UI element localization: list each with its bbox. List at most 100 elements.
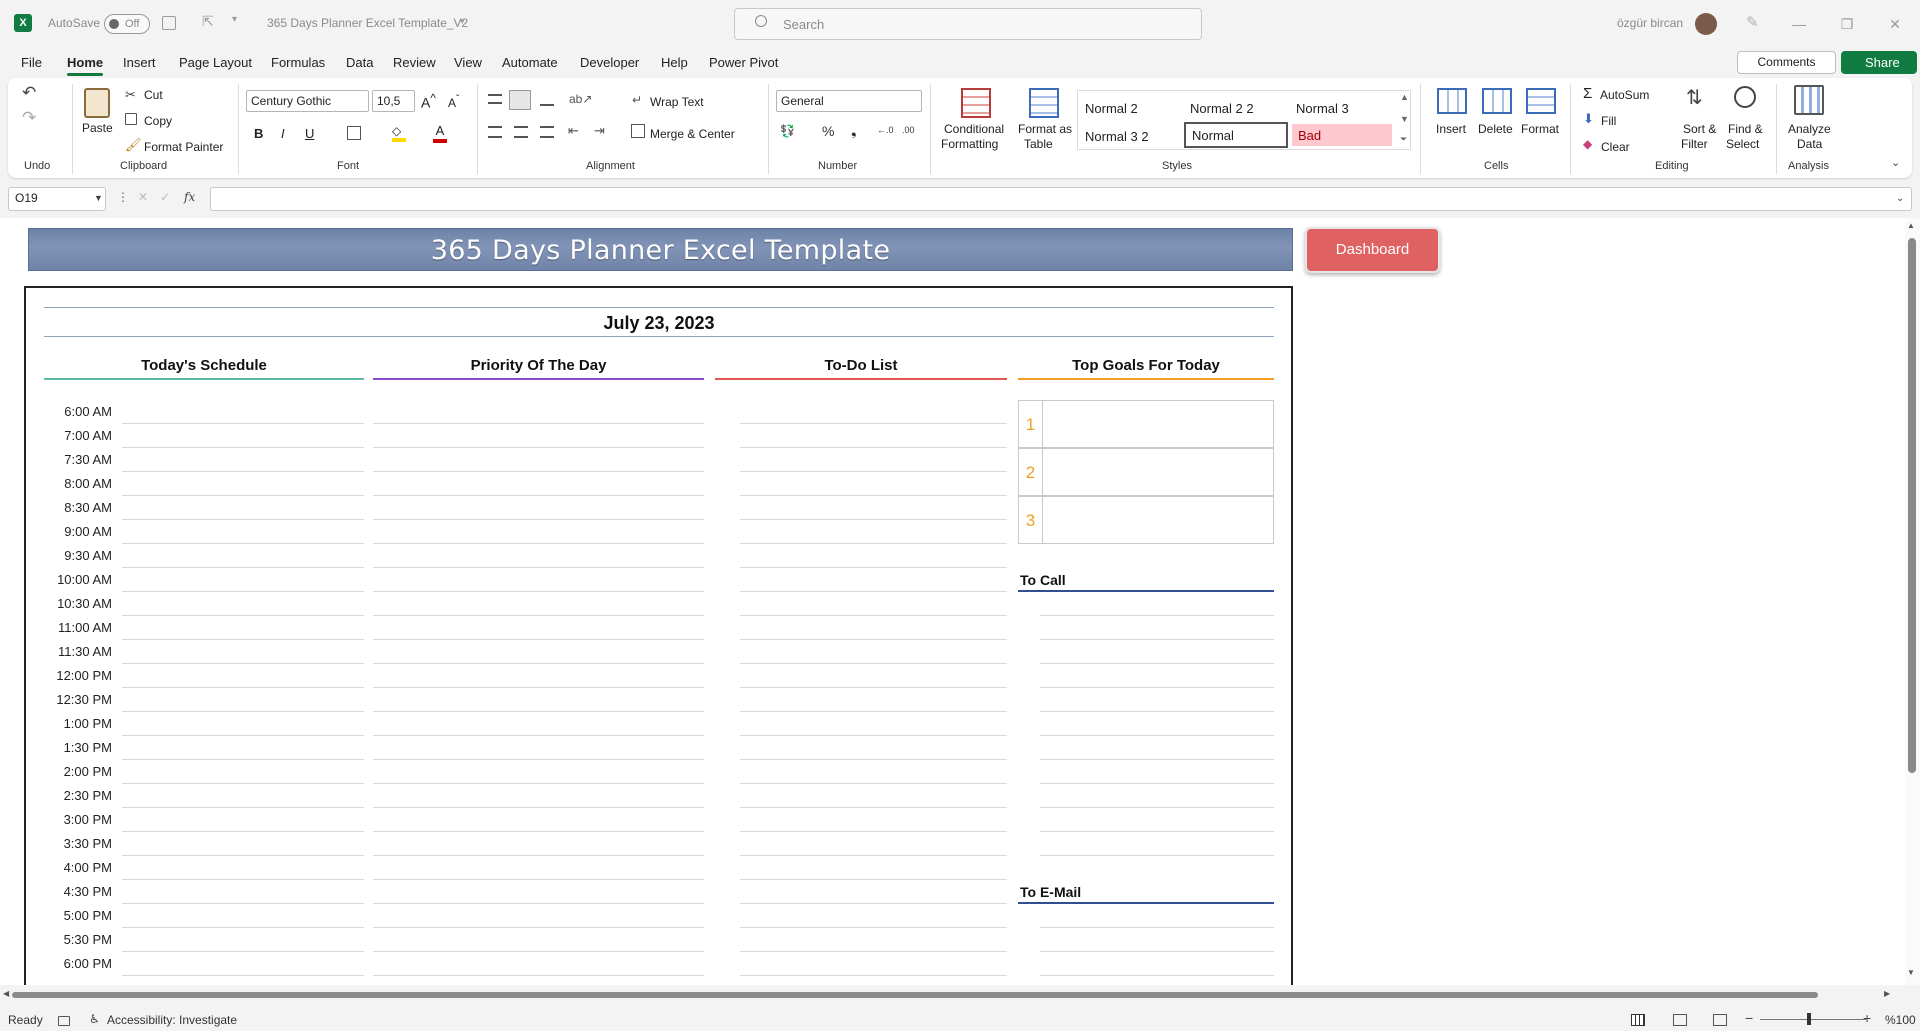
page-break-view-icon[interactable] [1713, 1014, 1727, 1026]
share-button[interactable]: Share [1841, 51, 1917, 74]
fill-icon[interactable]: ⬇ [1583, 111, 1594, 127]
fill-button[interactable]: Fill [1601, 114, 1616, 128]
menu-help[interactable]: Help [661, 55, 688, 70]
menu-data[interactable]: Data [346, 55, 373, 70]
entry-line[interactable] [740, 735, 1007, 736]
entry-line[interactable] [122, 975, 364, 976]
comments-button[interactable]: Comments [1737, 51, 1836, 74]
entry-line[interactable] [122, 783, 364, 784]
style-normal-3-2[interactable]: Normal 3 2 [1079, 125, 1155, 148]
wrap-text-icon[interactable]: ↵ [632, 93, 642, 107]
goal-row[interactable]: 1 [1018, 400, 1274, 448]
italic-icon[interactable]: I [281, 126, 285, 141]
decrease-decimal-icon[interactable]: .00 [902, 125, 915, 135]
entry-line[interactable] [740, 663, 1007, 664]
redo-icon[interactable]: ↷ [22, 108, 36, 128]
merge-icon[interactable] [631, 124, 645, 138]
zoom-level[interactable]: %100 [1885, 1013, 1916, 1027]
entry-line[interactable] [122, 663, 364, 664]
entry-line[interactable] [122, 879, 364, 880]
entry-line[interactable] [122, 711, 364, 712]
undo-icon[interactable]: ↶ [22, 83, 36, 103]
find-select-icon[interactable] [1734, 86, 1756, 108]
paste-button[interactable]: Paste [82, 121, 113, 135]
goal-row[interactable]: 3 [1018, 496, 1274, 544]
align-top-icon[interactable] [488, 94, 502, 104]
vertical-scroll-thumb[interactable] [1908, 238, 1916, 773]
menu-insert[interactable]: Insert [123, 55, 156, 70]
format-painter-button[interactable]: Format Painter [144, 140, 223, 154]
zoom-slider[interactable] [1760, 1019, 1866, 1020]
entry-line[interactable] [740, 519, 1007, 520]
align-middle-icon[interactable] [509, 90, 531, 110]
decrease-indent-icon[interactable]: ⇤ [568, 123, 579, 139]
entry-line[interactable] [740, 975, 1007, 976]
restore-icon[interactable]: ❐ [1835, 12, 1859, 36]
cut-button[interactable]: Cut [144, 88, 163, 102]
entry-line[interactable] [1040, 855, 1274, 856]
entry-line[interactable] [740, 495, 1007, 496]
align-left-icon[interactable] [488, 126, 502, 138]
entry-line[interactable] [740, 807, 1007, 808]
percent-icon[interactable]: % [822, 123, 834, 139]
font-color-icon[interactable]: A [433, 123, 447, 143]
entry-line[interactable] [1040, 615, 1274, 616]
pen-icon[interactable]: ✎ [1746, 13, 1759, 31]
macro-record-icon[interactable] [58, 1016, 70, 1026]
sort-filter-label-1[interactable]: Sort & [1683, 122, 1716, 136]
entry-line[interactable] [373, 855, 704, 856]
delete-cells-button[interactable]: Delete [1478, 122, 1513, 136]
menu-power-pivot[interactable]: Power Pivot [709, 55, 778, 70]
entry-line[interactable] [740, 687, 1007, 688]
user-name[interactable]: özgür bircan [1617, 16, 1683, 30]
copy-button[interactable]: Copy [144, 114, 172, 128]
style-normal[interactable]: Normal [1184, 122, 1288, 148]
gallery-scroll-up-icon[interactable]: ▲ [1400, 92, 1409, 102]
entry-line[interactable] [740, 831, 1007, 832]
analyze-data-label-1[interactable]: Analyze [1788, 122, 1831, 136]
planner-date[interactable]: July 23, 2023 [44, 313, 1274, 334]
entry-line[interactable] [740, 543, 1007, 544]
entry-line[interactable] [122, 903, 364, 904]
entry-line[interactable] [373, 687, 704, 688]
entry-line[interactable] [740, 855, 1007, 856]
underline-icon[interactable]: U [305, 126, 314, 141]
customize-toolbar-icon[interactable]: ▾ [232, 14, 237, 25]
zoom-out-icon[interactable]: − [1745, 1010, 1753, 1026]
entry-line[interactable] [740, 423, 1007, 424]
entry-line[interactable] [122, 423, 364, 424]
entry-line[interactable] [373, 639, 704, 640]
wrap-text-button[interactable]: Wrap Text [650, 95, 704, 109]
search-box[interactable]: Search [734, 8, 1202, 40]
function-icon[interactable]: fx [184, 190, 195, 204]
autosave-toggle[interactable]: Off [104, 14, 150, 34]
sort-filter-label-2[interactable]: Filter [1681, 137, 1708, 151]
entry-line[interactable] [373, 663, 704, 664]
entry-line[interactable] [1040, 927, 1274, 928]
entry-line[interactable] [122, 615, 364, 616]
entry-line[interactable] [1040, 687, 1274, 688]
entry-line[interactable] [373, 567, 704, 568]
merge-center-button[interactable]: Merge & Center [650, 127, 735, 141]
entry-line[interactable] [1040, 711, 1274, 712]
format-as-table-icon[interactable] [1029, 88, 1059, 118]
scroll-right-icon[interactable]: ▶ [1884, 989, 1890, 998]
close-icon[interactable]: ✕ [1883, 12, 1907, 36]
entry-line[interactable] [373, 927, 704, 928]
clear-button[interactable]: Clear [1601, 140, 1630, 154]
entry-line[interactable] [122, 807, 364, 808]
page-layout-view-icon[interactable] [1673, 1014, 1687, 1026]
conditional-formatting-label-2[interactable]: Formatting [941, 137, 998, 151]
scroll-up-icon[interactable]: ▲ [1907, 221, 1915, 230]
menu-formulas[interactable]: Formulas [271, 55, 325, 70]
entry-line[interactable] [122, 759, 364, 760]
accessibility-status[interactable]: Accessibility: Investigate [107, 1013, 237, 1027]
font-name-select[interactable]: Century Gothic [246, 90, 369, 112]
entry-line[interactable] [122, 855, 364, 856]
entry-line[interactable] [740, 711, 1007, 712]
entry-line[interactable] [740, 567, 1007, 568]
borders-icon[interactable] [347, 126, 361, 140]
entry-line[interactable] [122, 495, 364, 496]
brush-icon[interactable]: 🖌 [125, 137, 142, 153]
entry-line[interactable] [122, 591, 364, 592]
